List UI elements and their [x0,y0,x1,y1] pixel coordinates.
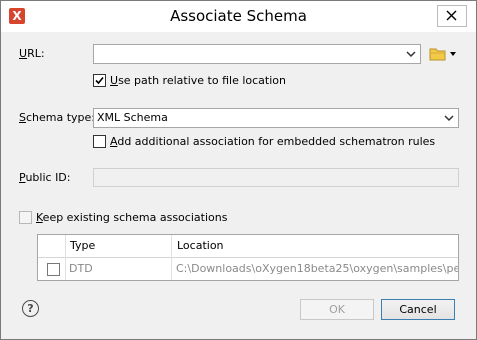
title-bar: X Associate Schema [1,1,476,32]
schema-type-label: Schema type: [19,111,96,124]
browse-dropdown-arrow-icon[interactable] [450,52,456,56]
associations-table: Type Location DTD C:\Downloads\oXygen18b… [37,234,459,281]
ok-button[interactable]: OK [300,299,374,320]
cancel-button[interactable]: Cancel [381,299,455,320]
checkmark-icon [95,76,104,85]
column-header-location[interactable]: Location [177,235,224,257]
url-combo[interactable] [93,44,421,64]
relative-path-checkbox[interactable] [93,74,106,87]
schema-type-select[interactable]: XML Schema [93,108,459,128]
associate-schema-dialog: X Associate Schema URL: Use path relativ… [0,0,477,340]
column-divider [171,235,172,280]
relative-path-label: Use path relative to file location [110,74,286,87]
row-checkbox[interactable] [47,263,60,276]
help-icon[interactable]: ? [22,300,39,317]
row-type: DTD [69,262,93,275]
close-icon [446,10,457,21]
public-id-field[interactable] [93,168,459,187]
chevron-down-icon [444,115,454,122]
table-header: Type Location [38,235,458,258]
embedded-schematron-label: Add additional association for embedded … [110,135,436,148]
chevron-down-icon [406,51,416,58]
row-location: C:\Downloads\oXygen18beta25\oxygen\sampl… [176,262,458,275]
close-button[interactable] [437,5,467,27]
keep-existing-label: Keep existing schema associations [36,211,228,224]
schema-type-value: XML Schema [97,111,168,124]
window-title: Associate Schema [170,7,307,25]
embedded-schematron-checkbox[interactable] [93,135,106,148]
folder-icon[interactable] [429,47,447,61]
column-divider [65,235,66,280]
column-header-type[interactable]: Type [70,235,95,257]
public-id-label: Public ID: [19,171,71,184]
url-label: URL: [19,47,45,60]
keep-existing-checkbox[interactable] [19,211,32,224]
